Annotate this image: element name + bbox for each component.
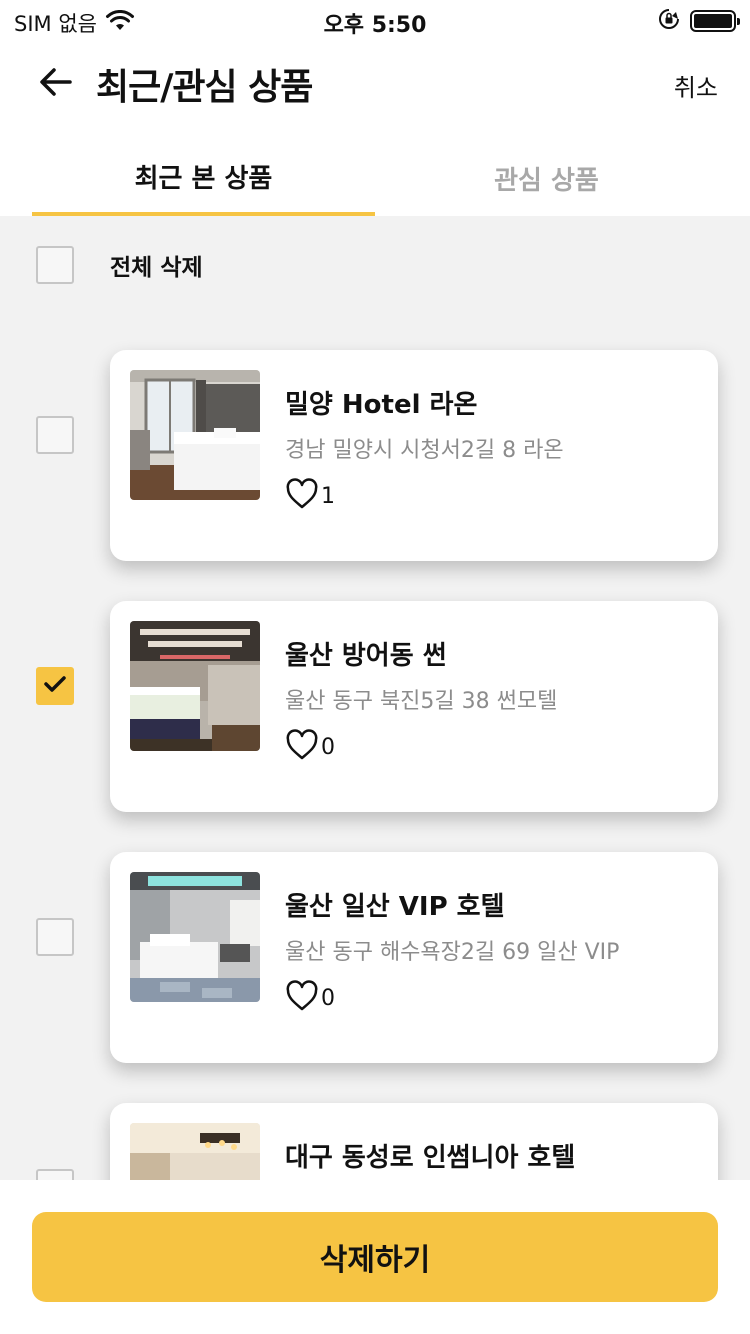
delete-button[interactable]: 삭제하기 bbox=[32, 1212, 718, 1302]
status-right bbox=[658, 8, 740, 34]
header: 최근/관심 상품 취소 bbox=[0, 44, 750, 124]
product-name: 울산 방어동 썬 bbox=[285, 641, 447, 671]
like-button[interactable]: 1 bbox=[285, 478, 335, 514]
like-button[interactable]: 0 bbox=[285, 729, 335, 765]
list-item: 대구 동성로 인썸니아 호텔 bbox=[0, 1083, 750, 1180]
item-checkbox[interactable] bbox=[36, 918, 74, 956]
select-all-checkbox[interactable] bbox=[36, 246, 74, 284]
heart-icon bbox=[285, 478, 319, 514]
product-name: 대구 동성로 인썸니아 호텔 bbox=[285, 1143, 576, 1173]
select-all-row[interactable]: 전체 삭제 bbox=[36, 246, 203, 284]
orientation-lock-icon bbox=[658, 8, 680, 34]
select-all-label: 전체 삭제 bbox=[110, 255, 203, 281]
product-card[interactable]: 밀양 Hotel 라온 경남 밀양시 시청서2길 8 라온 1 bbox=[110, 350, 718, 561]
status-bar: SIM 없음 오후 5:50 bbox=[0, 0, 750, 40]
list-item: 울산 방어동 썬 울산 동구 북진5길 38 썬모텔 0 bbox=[0, 581, 750, 832]
product-address: 울산 동구 해수욕장2길 69 일산 VIP bbox=[285, 940, 620, 965]
battery-icon bbox=[690, 10, 740, 32]
checkmark-icon bbox=[42, 673, 68, 699]
product-list: 밀양 Hotel 라온 경남 밀양시 시청서2길 8 라온 1 울산 방어동 썬… bbox=[0, 330, 750, 1180]
product-card[interactable]: 대구 동성로 인썸니아 호텔 bbox=[110, 1103, 718, 1180]
product-name: 울산 일산 VIP 호텔 bbox=[285, 892, 505, 922]
heart-icon bbox=[285, 980, 319, 1016]
cancel-button[interactable]: 취소 bbox=[674, 68, 718, 103]
product-thumbnail bbox=[130, 370, 260, 500]
battery-level bbox=[694, 14, 732, 28]
product-list-area: 전체 삭제 밀양 Hotel 라온 경남 밀양시 시청서2길 8 라온 1 울산… bbox=[0, 216, 750, 1180]
item-checkbox[interactable] bbox=[36, 416, 74, 454]
product-card[interactable]: 울산 방어동 썬 울산 동구 북진5길 38 썬모텔 0 bbox=[110, 601, 718, 812]
like-button[interactable]: 0 bbox=[285, 980, 335, 1016]
heart-icon bbox=[285, 729, 319, 765]
like-count: 1 bbox=[321, 483, 335, 509]
item-checkbox[interactable] bbox=[36, 667, 74, 705]
item-checkbox[interactable] bbox=[36, 1169, 74, 1180]
tab-bar: 최근 본 상품 관심 상품 bbox=[0, 140, 750, 216]
product-thumbnail bbox=[130, 872, 260, 1002]
status-time: 오후 5:50 bbox=[323, 13, 427, 38]
back-button[interactable] bbox=[30, 60, 82, 108]
tab-favorites[interactable]: 관심 상품 bbox=[375, 140, 718, 216]
page-title: 최근/관심 상품 bbox=[96, 67, 313, 108]
bottom-bar: 삭제하기 bbox=[0, 1180, 750, 1334]
product-name: 밀양 Hotel 라온 bbox=[285, 390, 478, 420]
product-thumbnail bbox=[130, 1123, 260, 1180]
tab-recent[interactable]: 최근 본 상품 bbox=[32, 140, 375, 216]
product-address: 울산 동구 북진5길 38 썬모텔 bbox=[285, 689, 558, 714]
like-count: 0 bbox=[321, 985, 335, 1011]
list-item: 밀양 Hotel 라온 경남 밀양시 시청서2길 8 라온 1 bbox=[0, 330, 750, 581]
product-card[interactable]: 울산 일산 VIP 호텔 울산 동구 해수욕장2길 69 일산 VIP 0 bbox=[110, 852, 718, 1063]
list-item: 울산 일산 VIP 호텔 울산 동구 해수욕장2길 69 일산 VIP 0 bbox=[0, 832, 750, 1083]
product-address: 경남 밀양시 시청서2길 8 라온 bbox=[285, 438, 564, 463]
product-thumbnail bbox=[130, 621, 260, 751]
like-count: 0 bbox=[321, 734, 335, 760]
arrow-left-icon bbox=[38, 67, 74, 101]
